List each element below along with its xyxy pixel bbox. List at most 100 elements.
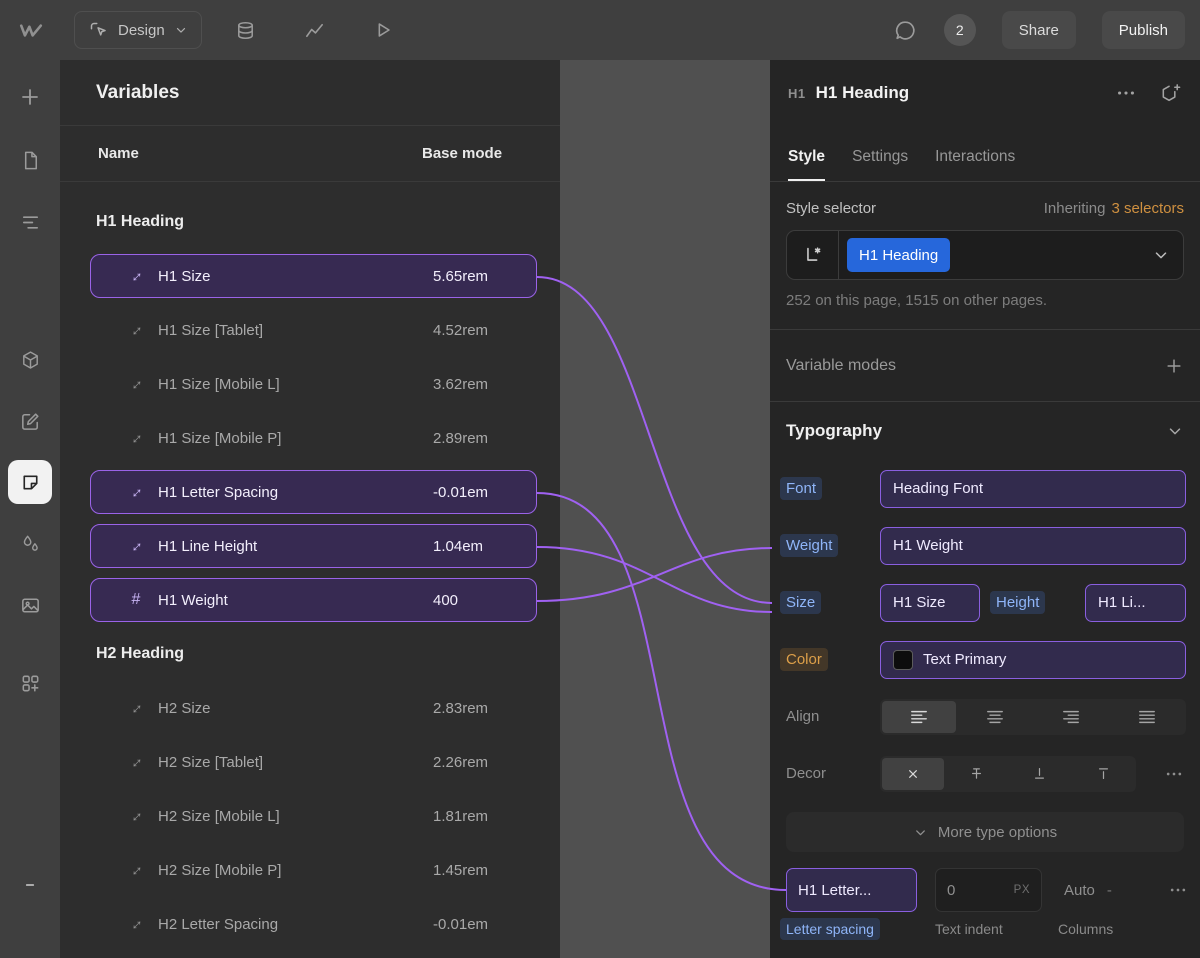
- editor-icon[interactable]: [8, 399, 52, 443]
- style-selector-dropdown[interactable]: H1 Heading: [786, 230, 1184, 280]
- variable-name: H1 Letter Spacing: [158, 484, 278, 501]
- variable-value: 1.04em: [433, 538, 483, 555]
- styles-droplets-icon[interactable]: [8, 521, 52, 565]
- variable-row-h1-size[interactable]: ↔ H1 Size 5.65rem: [60, 249, 560, 303]
- font-value-field[interactable]: Heading Font: [880, 470, 1186, 508]
- variable-row-h2-size-mobile-l[interactable]: ↔ H2 Size [Mobile L] 1.81rem: [60, 789, 560, 843]
- publish-button[interactable]: Publish: [1102, 11, 1185, 49]
- tab-settings[interactable]: Settings: [852, 148, 908, 181]
- typography-section-header[interactable]: Typography: [770, 402, 1200, 460]
- dash-icon[interactable]: [8, 863, 52, 907]
- pages-icon[interactable]: [8, 138, 52, 182]
- underline-icon[interactable]: [1009, 758, 1071, 790]
- decor-label: Decor: [786, 765, 826, 782]
- navigator-icon[interactable]: [8, 200, 52, 244]
- variable-row-h2-size[interactable]: ↔ H2 Size 2.83rem: [60, 681, 560, 735]
- chevron-down-icon: [174, 23, 188, 37]
- apps-icon[interactable]: [8, 661, 52, 705]
- strikethrough-icon[interactable]: [946, 758, 1008, 790]
- decoration-none-icon[interactable]: [882, 758, 944, 790]
- align-center-icon[interactable]: [958, 701, 1032, 733]
- columns-stepper[interactable]: -: [1107, 882, 1112, 899]
- chevron-down-icon: [913, 825, 928, 840]
- variable-row-h1-weight[interactable]: # H1 Weight 400: [60, 573, 560, 627]
- align-label: Align: [786, 708, 819, 725]
- variable-value: 1.45rem: [433, 862, 488, 879]
- variable-row-h2-size-mobile-p[interactable]: ↔ H2 Size [Mobile P] 1.45rem: [60, 843, 560, 897]
- columns-value: Auto: [1064, 882, 1095, 899]
- column-base-mode: Base mode: [422, 145, 502, 162]
- bottom-more-icon[interactable]: [1168, 880, 1188, 900]
- variables-table-header: Name Base mode: [60, 126, 560, 182]
- webflow-logo-icon[interactable]: [0, 17, 62, 43]
- variable-row-h2-size-tablet[interactable]: ↔ H2 Size [Tablet] 2.26rem: [60, 735, 560, 789]
- assets-icon[interactable]: [8, 583, 52, 627]
- columns-control[interactable]: Auto -: [1058, 868, 1118, 912]
- more-type-options-button[interactable]: More type options: [786, 812, 1184, 852]
- size-variable-icon: ↔: [123, 425, 150, 452]
- design-cursor-icon: [88, 20, 109, 41]
- color-label[interactable]: Color: [780, 648, 828, 671]
- decoration-more-icon[interactable]: [1164, 764, 1184, 784]
- components-icon[interactable]: [8, 338, 52, 382]
- class-usage-text: 252 on this page, 1515 on other pages.: [786, 292, 1184, 309]
- canvas[interactable]: [560, 60, 770, 958]
- create-component-icon[interactable]: [1159, 82, 1182, 105]
- variables-panel-icon[interactable]: [8, 460, 52, 504]
- preview-play-icon[interactable]: [372, 19, 394, 41]
- align-right-icon[interactable]: [1034, 701, 1108, 733]
- chevron-down-icon[interactable]: [1152, 246, 1170, 264]
- variable-name: H2 Size: [158, 700, 211, 717]
- inheriting-selectors-link[interactable]: 3 selectors: [1111, 200, 1184, 217]
- weight-label[interactable]: Weight: [780, 534, 838, 557]
- align-justify-icon[interactable]: [1110, 701, 1184, 733]
- variable-row-h1-letter-spacing[interactable]: ↔ H1 Letter Spacing -0.01em: [60, 465, 560, 519]
- text-indent-input[interactable]: 0 PX: [935, 868, 1042, 912]
- size-value-field[interactable]: H1 Size: [880, 584, 980, 622]
- variable-row-h1-line-height[interactable]: ↔ H1 Line Height 1.04em: [60, 519, 560, 573]
- line-height-value-field[interactable]: H1 Li...: [1085, 584, 1186, 622]
- variable-name: H2 Letter Spacing: [158, 916, 278, 933]
- letter-spacing-value-field[interactable]: H1 Letter...: [786, 868, 917, 912]
- font-label[interactable]: Font: [780, 477, 822, 500]
- size-label[interactable]: Size: [780, 591, 821, 614]
- variables-panel-title: Variables: [60, 60, 560, 126]
- align-left-icon[interactable]: [882, 701, 956, 733]
- share-button[interactable]: Share: [1002, 11, 1076, 49]
- notification-count-badge[interactable]: 2: [944, 14, 976, 46]
- element-tag: H1: [788, 86, 806, 101]
- color-value-field[interactable]: Text Primary: [880, 641, 1186, 679]
- size-variable-icon: ↔: [123, 695, 150, 722]
- add-element-icon[interactable]: [8, 75, 52, 119]
- weight-value-field[interactable]: H1 Weight: [880, 527, 1186, 565]
- height-label[interactable]: Height: [990, 591, 1045, 614]
- variable-row-h2-letter-spacing[interactable]: ↔ H2 Letter Spacing -0.01em: [60, 897, 560, 951]
- design-mode-dropdown[interactable]: Design: [74, 11, 202, 49]
- variable-row-h1-size-tablet[interactable]: ↔ H1 Size [Tablet] 4.52rem: [60, 303, 560, 357]
- more-menu-icon[interactable]: [1115, 82, 1137, 104]
- selected-class-chip[interactable]: H1 Heading: [847, 238, 950, 272]
- tab-interactions[interactable]: Interactions: [935, 148, 1015, 181]
- analytics-chart-icon[interactable]: [303, 19, 326, 42]
- add-variable-mode-icon[interactable]: [1164, 356, 1184, 376]
- tab-style[interactable]: Style: [788, 148, 825, 181]
- text-indent-unit: PX: [1014, 884, 1030, 896]
- variable-row-h1-size-mobile-l[interactable]: ↔ H1 Size [Mobile L] 3.62rem: [60, 357, 560, 411]
- size-variable-icon: ↔: [123, 911, 150, 938]
- color-value-text: Text Primary: [923, 651, 1006, 668]
- size-row: Size H1 Size Height H1 Li...: [770, 574, 1200, 631]
- variable-name: H2 Size [Mobile P]: [158, 862, 281, 879]
- text-indent-label: Text indent: [935, 921, 1003, 937]
- letter-spacing-label[interactable]: Letter spacing: [780, 918, 880, 940]
- left-toolbar: [0, 60, 60, 958]
- comments-icon[interactable]: [893, 18, 918, 43]
- overline-icon[interactable]: [1073, 758, 1135, 790]
- variable-row-h1-size-mobile-p[interactable]: ↔ H1 Size [Mobile P] 2.89rem: [60, 411, 560, 465]
- style-selector-label: Style selector: [786, 200, 876, 217]
- selector-class-icon[interactable]: [787, 231, 839, 279]
- color-row: Color Text Primary: [770, 631, 1200, 688]
- section-label-h2: H2 Heading: [60, 627, 560, 681]
- type-bottom-labels: Letter spacing Text indent Columns: [770, 921, 1200, 943]
- style-selector-section: Style selector Inheriting 3 selectors H1…: [770, 182, 1200, 330]
- cms-database-icon[interactable]: [234, 19, 257, 42]
